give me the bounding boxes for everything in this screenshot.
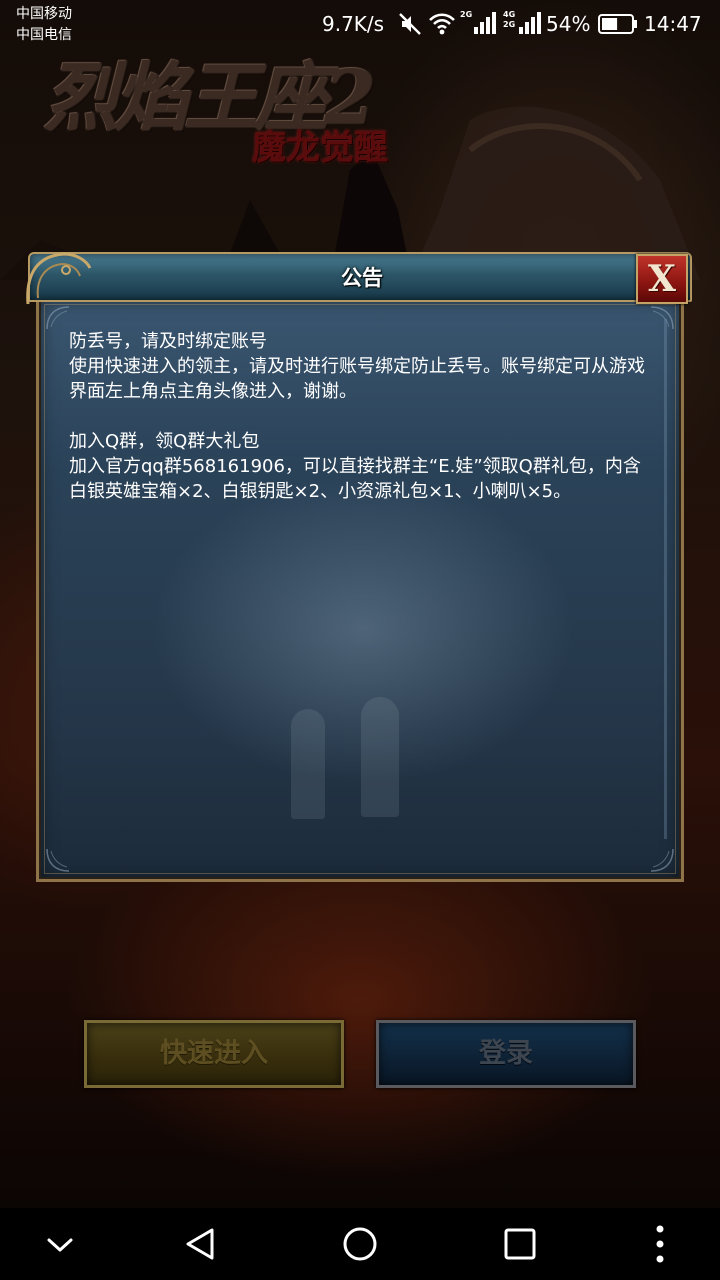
battery-icon [598, 14, 637, 34]
back-icon [186, 1228, 214, 1260]
chevron-down-icon [47, 1238, 73, 1252]
hide-nav-button[interactable] [30, 1220, 90, 1268]
header-left-ornament-icon [26, 252, 92, 305]
notice-body-1: 使用快速进入的领主，请及时进行账号绑定防止丢号。账号绑定可从游戏界面左上角点主角… [69, 356, 645, 402]
mute-icon [399, 13, 421, 35]
announcement-dialog: 防丢号，请及时绑定账号 使用快速进入的领主，请及时进行账号绑定防止丢号。账号绑定… [26, 252, 692, 884]
dialog-title: 公告 [341, 266, 383, 290]
corner-ornament-icon [46, 848, 70, 872]
game-logo: 烈焰王座2 魔龙觉醒 [44, 38, 444, 168]
recents-button[interactable] [490, 1220, 550, 1268]
navigation-bar [0, 1208, 720, 1280]
game-screen: 中国移动 中国电信 9.7K/s 2G 4G 2G 54% 14:47 烈焰王座… [0, 0, 720, 1280]
corner-ornament-icon [46, 306, 70, 330]
clock: 14:47 [644, 12, 702, 36]
back-button[interactable] [170, 1220, 230, 1268]
dialog-header: 公告 [28, 252, 692, 302]
signal-icon-1: 2G [460, 10, 498, 36]
home-icon [343, 1227, 377, 1261]
wifi-icon [429, 13, 455, 35]
close-icon: X [648, 258, 676, 300]
close-button[interactable]: X [636, 254, 688, 304]
game-logo-subtitle: 魔龙觉醒 [252, 128, 388, 168]
notice-heading-1: 防丢号，请及时绑定账号 [69, 331, 267, 352]
battery-percentage: 54% [546, 12, 591, 36]
content-scrollbar[interactable] [664, 319, 667, 839]
quick-enter-button[interactable]: 快速进入 [84, 1020, 344, 1088]
carrier-label-1: 中国移动 [16, 6, 72, 22]
corner-ornament-icon [650, 306, 674, 330]
recents-icon [504, 1228, 536, 1260]
signal-icon-2: 4G 2G [503, 10, 543, 36]
announcement-content[interactable]: 防丢号，请及时绑定账号 使用快速进入的领主，请及时进行账号绑定防止丢号。账号绑定… [69, 329, 655, 829]
login-button[interactable]: 登录 [376, 1020, 636, 1088]
notice-heading-2: 加入Q群，领Q群大礼包 [69, 431, 260, 452]
notice-body-2: 加入官方qq群568161906，可以直接找群主“E.娃”领取Q群礼包，内含白银… [69, 456, 641, 502]
corner-ornament-icon [650, 848, 674, 872]
home-button[interactable] [330, 1220, 390, 1268]
quick-enter-label: 快速进入 [160, 1038, 268, 1069]
more-button[interactable] [630, 1220, 690, 1268]
network-speed: 9.7K/s [322, 12, 385, 36]
battery-fill [602, 18, 618, 30]
login-label: 登录 [479, 1038, 533, 1069]
more-icon [656, 1225, 664, 1263]
dialog-body: 防丢号，请及时绑定账号 使用快速进入的领主，请及时进行账号绑定防止丢号。账号绑定… [36, 296, 684, 882]
